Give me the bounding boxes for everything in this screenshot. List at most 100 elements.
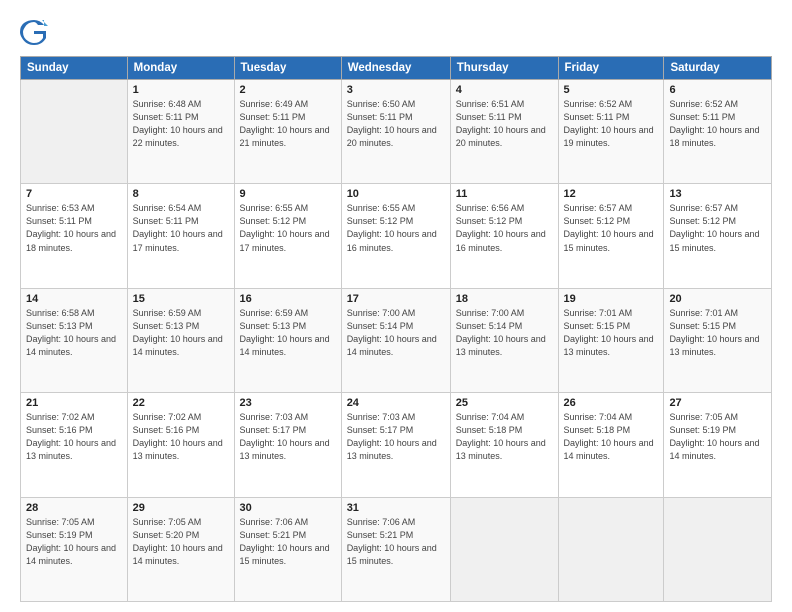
header-row: SundayMondayTuesdayWednesdayThursdayFrid… bbox=[21, 57, 772, 80]
day-number: 29 bbox=[133, 502, 229, 514]
day-cell: 28 Sunrise: 7:05 AMSunset: 5:19 PMDayligh… bbox=[21, 497, 128, 601]
day-number: 3 bbox=[347, 84, 445, 96]
day-detail: Sunrise: 7:04 AMSunset: 5:18 PMDaylight:… bbox=[456, 411, 553, 463]
day-cell: 7 Sunrise: 6:53 AMSunset: 5:11 PMDaylight… bbox=[21, 184, 128, 288]
day-number: 15 bbox=[133, 293, 229, 305]
day-number: 12 bbox=[564, 188, 659, 200]
day-detail: Sunrise: 7:05 AMSunset: 5:20 PMDaylight:… bbox=[133, 516, 229, 568]
day-number: 11 bbox=[456, 188, 553, 200]
day-cell bbox=[450, 497, 558, 601]
day-number: 30 bbox=[240, 502, 336, 514]
day-detail: Sunrise: 6:57 AMSunset: 5:12 PMDaylight:… bbox=[564, 202, 659, 254]
week-row-4: 21 Sunrise: 7:02 AMSunset: 5:16 PMDayligh… bbox=[21, 393, 772, 497]
day-number: 22 bbox=[133, 397, 229, 409]
day-cell: 12 Sunrise: 6:57 AMSunset: 5:12 PMDayligh… bbox=[558, 184, 664, 288]
day-number: 24 bbox=[347, 397, 445, 409]
day-number: 9 bbox=[240, 188, 336, 200]
day-cell: 2Sunrise: 6:49 AMSunset: 5:11 PMDaylight… bbox=[234, 80, 341, 184]
day-detail: Sunrise: 7:05 AMSunset: 5:19 PMDaylight:… bbox=[669, 411, 766, 463]
day-number: 25 bbox=[456, 397, 553, 409]
day-detail: Sunrise: 7:01 AMSunset: 5:15 PMDaylight:… bbox=[564, 307, 659, 359]
day-detail: Sunrise: 7:04 AMSunset: 5:18 PMDaylight:… bbox=[564, 411, 659, 463]
day-number: 27 bbox=[669, 397, 766, 409]
day-cell: 19Sunrise: 7:01 AMSunset: 5:15 PMDayligh… bbox=[558, 288, 664, 392]
calendar-table: SundayMondayTuesdayWednesdayThursdayFrid… bbox=[20, 56, 772, 602]
week-row-2: 7 Sunrise: 6:53 AMSunset: 5:11 PMDaylight… bbox=[21, 184, 772, 288]
day-number: 13 bbox=[669, 188, 766, 200]
day-cell bbox=[21, 80, 128, 184]
day-number: 10 bbox=[347, 188, 445, 200]
day-cell: 27 Sunrise: 7:05 AMSunset: 5:19 PMDayligh… bbox=[664, 393, 772, 497]
day-cell: 14Sunrise: 6:58 AMSunset: 5:13 PMDayligh… bbox=[21, 288, 128, 392]
day-cell: 8 Sunrise: 6:54 AMSunset: 5:11 PMDaylight… bbox=[127, 184, 234, 288]
day-cell: 16Sunrise: 6:59 AMSunset: 5:13 PMDayligh… bbox=[234, 288, 341, 392]
week-row-1: 1 Sunrise: 6:48 AMSunset: 5:11 PMDaylight… bbox=[21, 80, 772, 184]
day-detail: Sunrise: 7:03 AMSunset: 5:17 PMDaylight:… bbox=[240, 411, 336, 463]
day-detail: Sunrise: 7:02 AMSunset: 5:16 PMDaylight:… bbox=[26, 411, 122, 463]
day-cell: 15 Sunrise: 6:59 AMSunset: 5:13 PMDayligh… bbox=[127, 288, 234, 392]
col-header-monday: Monday bbox=[127, 57, 234, 80]
day-detail: Sunrise: 6:54 AMSunset: 5:11 PMDaylight:… bbox=[133, 202, 229, 254]
day-detail: Sunrise: 6:57 AMSunset: 5:12 PMDaylight:… bbox=[669, 202, 766, 254]
day-cell: 20 Sunrise: 7:01 AMSunset: 5:15 PMDayligh… bbox=[664, 288, 772, 392]
day-cell: 6Sunrise: 6:52 AMSunset: 5:11 PMDaylight… bbox=[664, 80, 772, 184]
day-cell: 9 Sunrise: 6:55 AMSunset: 5:12 PMDaylight… bbox=[234, 184, 341, 288]
day-number: 20 bbox=[669, 293, 766, 305]
day-detail: Sunrise: 6:59 AMSunset: 5:13 PMDaylight:… bbox=[133, 307, 229, 359]
col-header-saturday: Saturday bbox=[664, 57, 772, 80]
day-number: 26 bbox=[564, 397, 659, 409]
day-number: 5 bbox=[564, 84, 659, 96]
day-detail: Sunrise: 6:55 AMSunset: 5:12 PMDaylight:… bbox=[240, 202, 336, 254]
week-row-5: 28 Sunrise: 7:05 AMSunset: 5:19 PMDayligh… bbox=[21, 497, 772, 601]
logo-icon bbox=[20, 18, 48, 46]
day-cell: 26 Sunrise: 7:04 AMSunset: 5:18 PMDayligh… bbox=[558, 393, 664, 497]
calendar-page: SundayMondayTuesdayWednesdayThursdayFrid… bbox=[0, 0, 792, 612]
day-detail: Sunrise: 7:01 AMSunset: 5:15 PMDaylight:… bbox=[669, 307, 766, 359]
col-header-sunday: Sunday bbox=[21, 57, 128, 80]
day-detail: Sunrise: 7:02 AMSunset: 5:16 PMDaylight:… bbox=[133, 411, 229, 463]
day-cell: 29 Sunrise: 7:05 AMSunset: 5:20 PMDayligh… bbox=[127, 497, 234, 601]
day-number: 21 bbox=[26, 397, 122, 409]
day-cell: 13 Sunrise: 6:57 AMSunset: 5:12 PMDayligh… bbox=[664, 184, 772, 288]
day-cell: 5 Sunrise: 6:52 AMSunset: 5:11 PMDaylight… bbox=[558, 80, 664, 184]
day-cell: 4Sunrise: 6:51 AMSunset: 5:11 PMDaylight… bbox=[450, 80, 558, 184]
day-cell: 23 Sunrise: 7:03 AMSunset: 5:17 PMDayligh… bbox=[234, 393, 341, 497]
day-number: 18 bbox=[456, 293, 553, 305]
day-detail: Sunrise: 6:56 AMSunset: 5:12 PMDaylight:… bbox=[456, 202, 553, 254]
day-cell bbox=[664, 497, 772, 601]
col-header-thursday: Thursday bbox=[450, 57, 558, 80]
day-detail: Sunrise: 7:05 AMSunset: 5:19 PMDaylight:… bbox=[26, 516, 122, 568]
day-number: 7 bbox=[26, 188, 122, 200]
day-number: 1 bbox=[133, 84, 229, 96]
day-detail: Sunrise: 6:52 AMSunset: 5:11 PMDaylight:… bbox=[669, 98, 766, 150]
day-cell: 11 Sunrise: 6:56 AMSunset: 5:12 PMDayligh… bbox=[450, 184, 558, 288]
day-detail: Sunrise: 6:48 AMSunset: 5:11 PMDaylight:… bbox=[133, 98, 229, 150]
day-cell: 24 Sunrise: 7:03 AMSunset: 5:17 PMDayligh… bbox=[341, 393, 450, 497]
col-header-tuesday: Tuesday bbox=[234, 57, 341, 80]
day-number: 17 bbox=[347, 293, 445, 305]
day-cell: 1 Sunrise: 6:48 AMSunset: 5:11 PMDaylight… bbox=[127, 80, 234, 184]
day-number: 8 bbox=[133, 188, 229, 200]
day-cell: 21 Sunrise: 7:02 AMSunset: 5:16 PMDayligh… bbox=[21, 393, 128, 497]
day-cell: 22 Sunrise: 7:02 AMSunset: 5:16 PMDayligh… bbox=[127, 393, 234, 497]
day-detail: Sunrise: 6:49 AMSunset: 5:11 PMDaylight:… bbox=[240, 98, 336, 150]
day-detail: Sunrise: 7:00 AMSunset: 5:14 PMDaylight:… bbox=[456, 307, 553, 359]
day-number: 16 bbox=[240, 293, 336, 305]
day-cell bbox=[558, 497, 664, 601]
week-row-3: 14Sunrise: 6:58 AMSunset: 5:13 PMDayligh… bbox=[21, 288, 772, 392]
day-detail: Sunrise: 7:06 AMSunset: 5:21 PMDaylight:… bbox=[240, 516, 336, 568]
day-cell: 17Sunrise: 7:00 AMSunset: 5:14 PMDayligh… bbox=[341, 288, 450, 392]
day-cell: 31Sunrise: 7:06 AMSunset: 5:21 PMDayligh… bbox=[341, 497, 450, 601]
day-detail: Sunrise: 7:06 AMSunset: 5:21 PMDaylight:… bbox=[347, 516, 445, 568]
day-detail: Sunrise: 6:53 AMSunset: 5:11 PMDaylight:… bbox=[26, 202, 122, 254]
day-detail: Sunrise: 6:58 AMSunset: 5:13 PMDaylight:… bbox=[26, 307, 122, 359]
day-detail: Sunrise: 7:03 AMSunset: 5:17 PMDaylight:… bbox=[347, 411, 445, 463]
day-number: 23 bbox=[240, 397, 336, 409]
day-detail: Sunrise: 6:52 AMSunset: 5:11 PMDaylight:… bbox=[564, 98, 659, 150]
day-cell: 25 Sunrise: 7:04 AMSunset: 5:18 PMDayligh… bbox=[450, 393, 558, 497]
day-detail: Sunrise: 6:51 AMSunset: 5:11 PMDaylight:… bbox=[456, 98, 553, 150]
header bbox=[20, 18, 772, 46]
day-number: 28 bbox=[26, 502, 122, 514]
day-cell: 10Sunrise: 6:55 AMSunset: 5:12 PMDayligh… bbox=[341, 184, 450, 288]
day-cell: 30 Sunrise: 7:06 AMSunset: 5:21 PMDayligh… bbox=[234, 497, 341, 601]
